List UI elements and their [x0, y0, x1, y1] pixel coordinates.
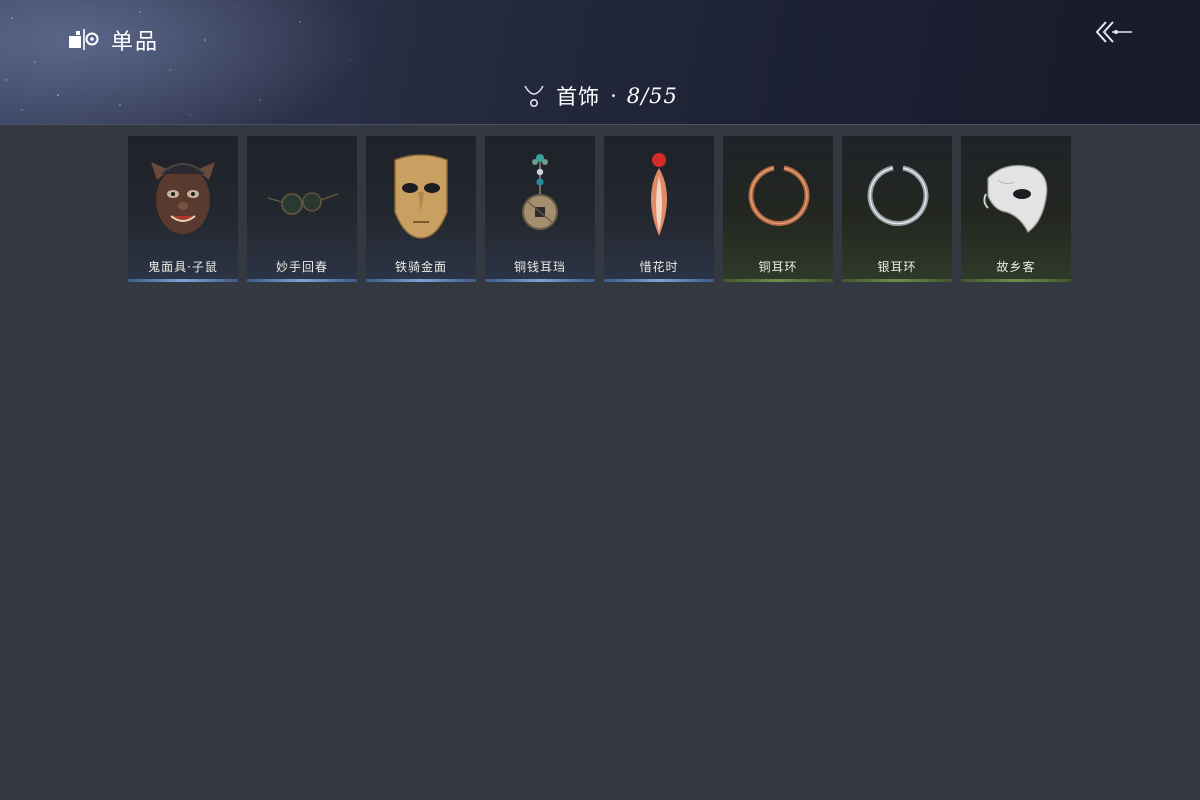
item-name: 银耳环 — [877, 260, 917, 274]
back-arrow-icon — [1095, 21, 1132, 43]
item-card[interactable]: 妙手回春 — [247, 136, 357, 282]
item-name: 铜钱耳珰 — [513, 260, 566, 274]
rarity-strip — [604, 279, 714, 282]
item-card[interactable]: 铜钱耳珰 — [485, 136, 595, 282]
rarity-strip — [366, 279, 476, 282]
item-card[interactable]: 铜耳环 — [723, 136, 833, 282]
rarity-strip — [128, 279, 238, 282]
rarity-strip — [842, 279, 952, 282]
rarity-strip — [247, 279, 357, 282]
round-glasses-icon — [267, 192, 339, 215]
category-separator: · — [610, 84, 617, 108]
item-card[interactable]: 银耳环 — [842, 136, 952, 282]
single-item-icon — [69, 29, 99, 50]
item-name: 铁骑金面 — [394, 260, 447, 274]
rat-mask-icon — [151, 162, 215, 234]
rarity-strip — [723, 279, 833, 282]
category-header: 首饰 · 8/55 — [0, 80, 1200, 112]
back-button[interactable] — [1092, 16, 1136, 48]
category-label: 首饰 — [556, 85, 601, 109]
gold-mask-icon — [394, 154, 448, 239]
petal-earring-icon — [651, 153, 667, 236]
item-name: 铜耳环 — [758, 260, 798, 274]
top-bar: 单品 首饰 · 8/55 — [0, 0, 1200, 125]
white-half-mask-icon — [983, 165, 1048, 233]
item-card[interactable]: 铁骑金面 — [366, 136, 476, 282]
copper-earring-icon — [748, 165, 810, 227]
item-grid: 鬼面具·子鼠 妙手回春 铁骑金面 铜钱耳珰 惜花时 铜耳环 银耳环 故乡客 — [128, 136, 1071, 282]
rarity-strip — [961, 279, 1071, 282]
item-card[interactable]: 惜花时 — [604, 136, 714, 282]
silver-earring-icon — [867, 165, 929, 227]
item-card[interactable]: 鬼面具·子鼠 — [128, 136, 238, 282]
mode-title: 单品 — [111, 30, 160, 55]
item-card[interactable]: 故乡客 — [961, 136, 1071, 282]
item-name: 惜花时 — [639, 260, 679, 274]
rarity-strip — [485, 279, 595, 282]
coin-earring-icon — [522, 154, 558, 230]
item-name: 妙手回春 — [275, 260, 328, 274]
category-count: 8/55 — [626, 84, 678, 108]
item-name: 故乡客 — [996, 260, 1036, 274]
necklace-icon — [524, 85, 544, 107]
item-name: 鬼面具·子鼠 — [148, 260, 218, 274]
